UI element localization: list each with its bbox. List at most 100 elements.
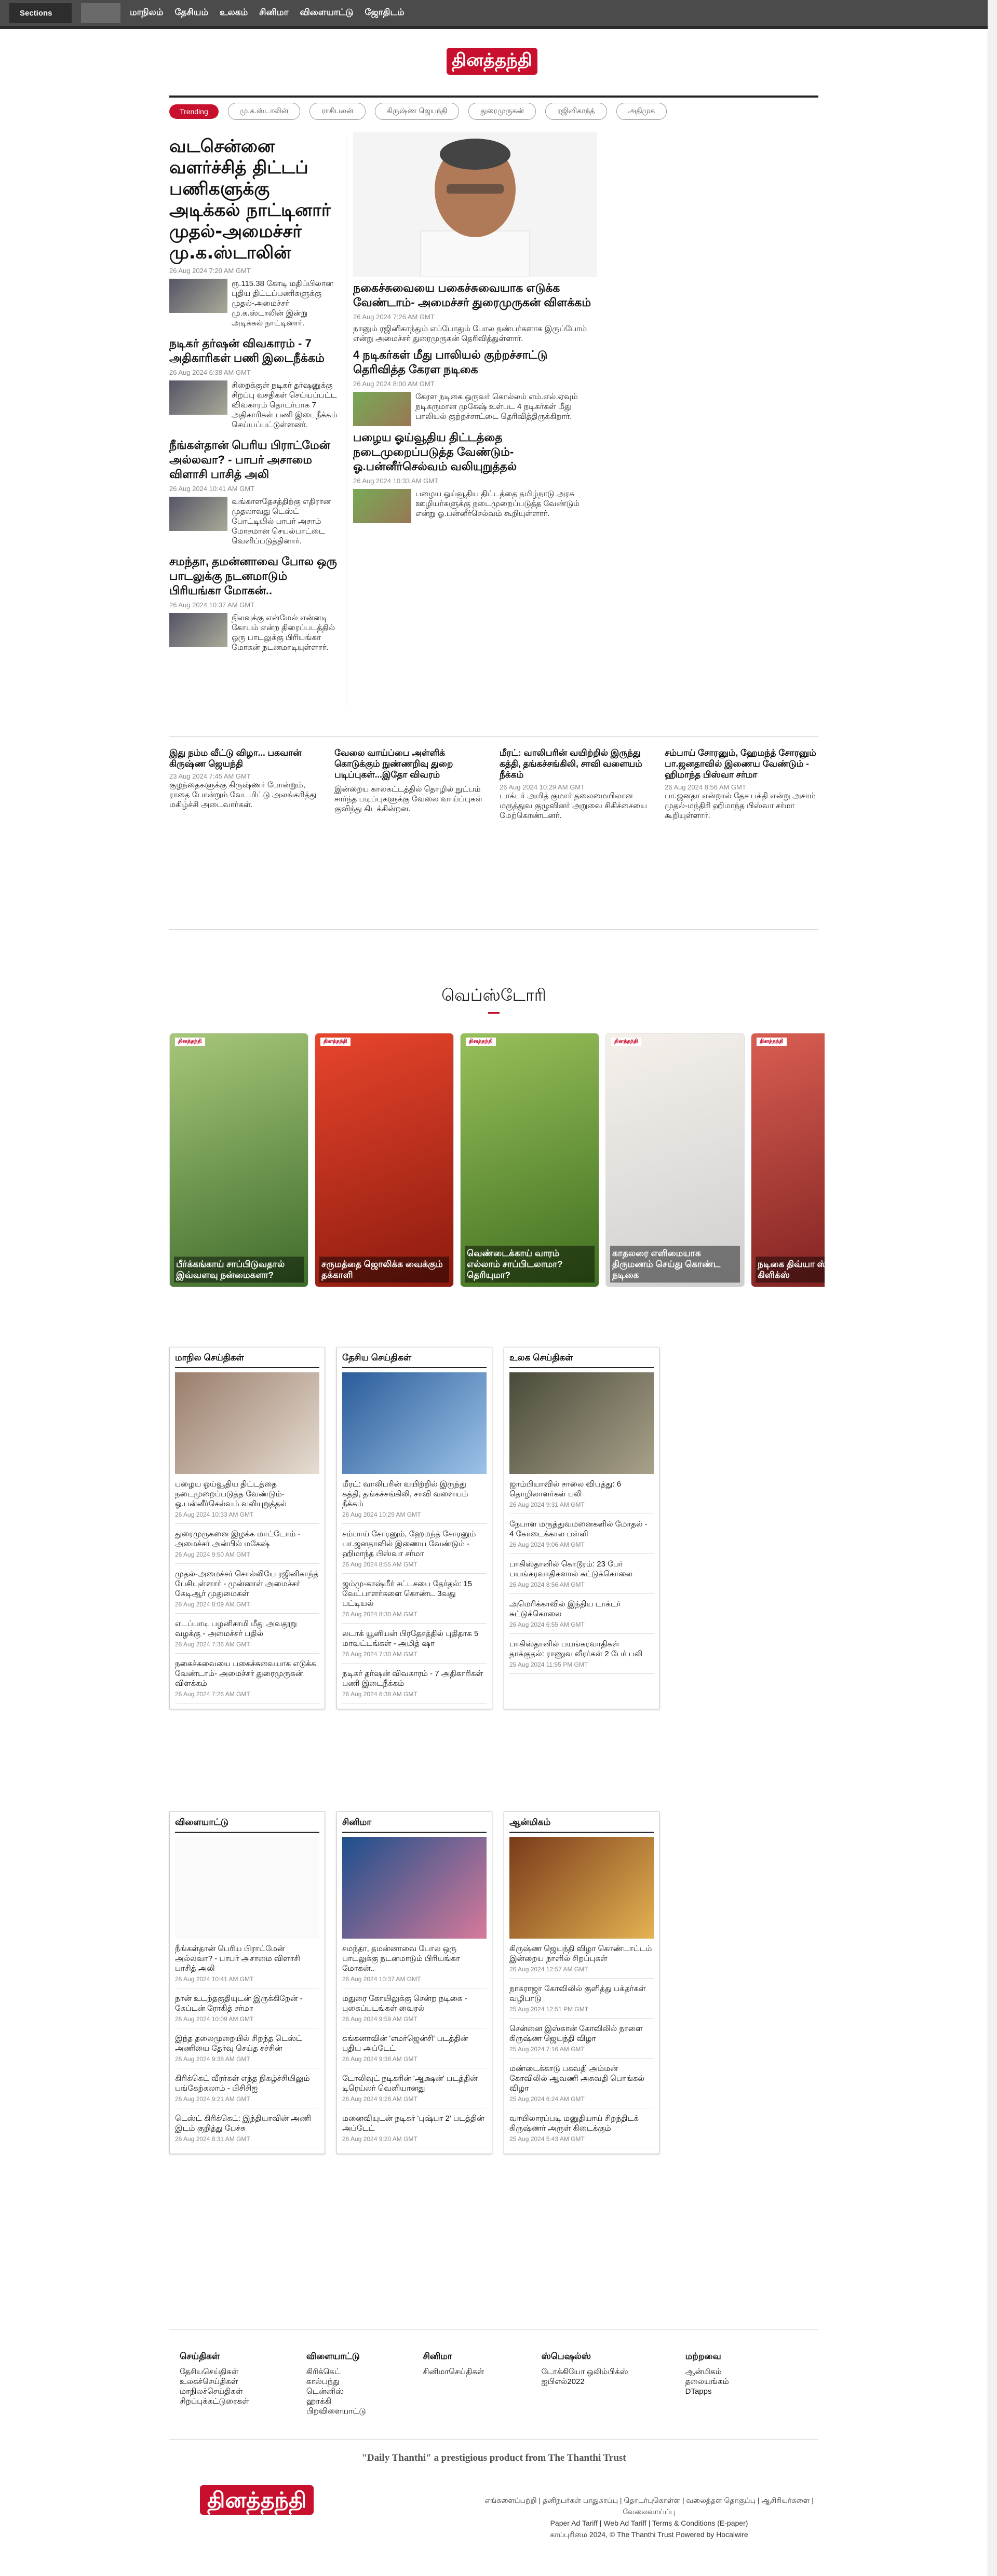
feature-title[interactable]: மீரட்: வாலிபரின் வயிற்றில் இருந்து கத்தி…	[500, 747, 653, 780]
footer-link[interactable]: டோக்கியோ ஒலிம்பிக்ஸ்	[541, 2367, 628, 2377]
category-item-title[interactable]: அமெரிக்காவில் இந்திய டாக்டர் சுட்டுக்கொல…	[509, 1599, 654, 1619]
webstory-carousel[interactable]: தினத்தந்தி பீர்க்கங்காய் சாப்பிடுவதால் இவ…	[169, 1033, 825, 1295]
category-item-title[interactable]: முதல்-அமைச்சர் சொல்லியே ரஜினிகாந்த் பேசி…	[175, 1569, 319, 1599]
footer-column-heading[interactable]: சினிமா	[423, 2351, 484, 2363]
lead-headline[interactable]: வடசென்னை வளர்ச்சித் திட்டப் பணிகளுக்கு அ…	[169, 136, 341, 264]
footer-link[interactable]: பிறவிளையாட்டு	[306, 2406, 366, 2416]
trending-chip[interactable]: ராசிபலன்	[309, 103, 366, 120]
footer-link[interactable]: உலகச்செய்திகள்	[180, 2377, 249, 2387]
category-item-title[interactable]: நீங்கள்தான் பெரிய பிராட்மேன் அல்லவா? - ப…	[175, 1944, 319, 1973]
category-image[interactable]	[175, 1837, 319, 1939]
category-item-title[interactable]: டெஸ்ட் கிரிக்கெட்: இந்தியாவின் அணி இடம் …	[175, 2114, 319, 2133]
footer-link[interactable]: தலையங்கம்	[685, 2377, 729, 2387]
feature-title[interactable]: சம்பாய் சோரனும், ஹேமந்த் சோரனும் பா.ஜனதா…	[665, 747, 818, 780]
mid-headline[interactable]: நகைச்சுவையை பகைச்சுவையாக எடுக்க வேண்டாம்…	[353, 281, 597, 310]
hero-image[interactable]	[353, 132, 597, 277]
category-heading[interactable]: விளையாட்டு	[175, 1817, 319, 1833]
category-image[interactable]	[509, 1837, 654, 1939]
category-item-title[interactable]: ஜம்மு-காஷ்மீர் சட்டசபை தேர்தல்: 15 வேட்ப…	[342, 1579, 487, 1609]
category-item-title[interactable]: துரைமுருகனை இழக்க மாட்டோம் - அமைச்சர் அன…	[175, 1529, 319, 1549]
category-image[interactable]	[509, 1372, 654, 1474]
footer-link[interactable]: தேசியசெய்திகள்	[180, 2367, 249, 2377]
webstory-card[interactable]: தினத்தந்தி சருமத்தை ஜொலிக்க வைக்கும் தக்க…	[315, 1033, 454, 1295]
page-scrollbar[interactable]	[988, 0, 997, 2576]
trending-chip[interactable]: துரைமுருகன்	[468, 103, 536, 120]
category-item-title[interactable]: நகைச்சுவையை பகைச்சுவையாக எடுக்க வேண்டாம்…	[175, 1659, 319, 1688]
footer-link[interactable]: கால்பந்து	[306, 2377, 366, 2387]
lead-item-title[interactable]: நீங்கள்தான் பெரிய பிராட்மேன் அல்லவா? - ப…	[169, 438, 341, 482]
category-item-title[interactable]: நேபாள மருத்துவமனைகளில் மோதல் - 4 கோடைக்க…	[509, 1519, 654, 1539]
nav-link-cinema[interactable]: சினிமா	[259, 7, 288, 19]
nav-link-world[interactable]: உலகம்	[220, 7, 248, 19]
category-heading[interactable]: தேசிய செய்திகள்	[342, 1353, 487, 1368]
lead-item-thumbnail[interactable]	[169, 613, 227, 647]
footer-column-heading[interactable]: மற்றவை	[685, 2351, 729, 2363]
category-heading[interactable]: ஆன்மிகம்	[509, 1817, 654, 1833]
mid-item-title[interactable]: 4 நடிகர்கள் மீது பாலியல் குற்றச்சாட்டு த…	[353, 348, 597, 377]
lead-item-thumbnail[interactable]	[169, 497, 227, 531]
nav-link-sports[interactable]: விளையாட்டு	[300, 7, 353, 19]
lead-item-title[interactable]: நடிகர் தர்ஷன் விவகாரம் - 7 அதிகாரிகள் பண…	[169, 336, 341, 365]
category-item-title[interactable]: டோலிவுட் நடிகரின் 'ஆக்ஷன்' படத்தின் டிரெ…	[342, 2074, 487, 2093]
category-item-title[interactable]: சமந்தா, தமன்னாவை போல ஒரு பாடலுக்கு நடனமா…	[342, 1944, 487, 1973]
category-item-title[interactable]: நாகராஜா கோவிலில் குளித்து பக்தர்கள் வழிப…	[509, 1984, 654, 2003]
footer-link[interactable]: சினிமாசெய்திகள்	[423, 2367, 484, 2377]
webstory-image[interactable]: தினத்தந்தி காதலரை எளிமையாக திருமணம் செய்த…	[605, 1033, 745, 1287]
lead-item-thumbnail[interactable]	[169, 380, 227, 415]
trending-chip[interactable]: ரஜினிகாந்த்	[545, 103, 607, 120]
webstory-card[interactable]: தினத்தந்தி வெண்டைக்காய் வாரம் எல்லாம் சாப…	[460, 1033, 599, 1295]
webstory-image[interactable]: தினத்தந்தி வெண்டைக்காய் வாரம் எல்லாம் சாப…	[460, 1033, 599, 1287]
footer-column-heading[interactable]: ஸ்பெஷல்ஸ்	[541, 2351, 628, 2363]
category-item-title[interactable]: கிருஷ்ண ஜெயந்தி விழா கொண்டாட்டம் இன்றைய …	[509, 1944, 654, 1964]
category-item-title[interactable]: பழைய ஓய்வூதிய திட்டத்தை நடைமுறைப்படுத்த …	[175, 1479, 319, 1509]
footer-link[interactable]: ஹாக்கி	[306, 2396, 366, 2406]
category-heading[interactable]: மாநில செய்திகள்	[175, 1353, 319, 1368]
footer-link[interactable]: கிரிக்கெட்	[306, 2367, 366, 2377]
category-item-title[interactable]: மீரட்: வாலிபரின் வயிற்றில் இருந்து கத்தி…	[342, 1479, 487, 1509]
category-heading[interactable]: சினிமா	[342, 1817, 487, 1833]
footer-column-heading[interactable]: செய்திகள்	[180, 2351, 249, 2363]
category-image[interactable]	[342, 1837, 487, 1939]
category-item-title[interactable]: சென்னை இஸ்கான் கோவிலில் நாளை கிருஷ்ண ஜெய…	[509, 2024, 654, 2043]
webstory-image[interactable]: தினத்தந்தி சருமத்தை ஜொலிக்க வைக்கும் தக்க…	[315, 1033, 454, 1287]
webstory-image[interactable]: தினத்தந்தி நடிகை திவ்யா ஸ்டைலிஷ் கிளிக்ஸ்	[751, 1033, 825, 1287]
search-icon[interactable]	[81, 3, 101, 23]
category-item-title[interactable]: மனைவியுடன் நடிகர் 'புஷ்பா 2' படத்தின் அப…	[342, 2114, 487, 2133]
footer-links-primary[interactable]: எங்களைப்பற்றி | தனிநபர்கள் பாதுகாப்பு | …	[467, 2495, 831, 2517]
lead-thumbnail[interactable]	[169, 279, 227, 313]
nav-link-state[interactable]: மாநிலம்	[130, 7, 163, 19]
footer-link[interactable]: ஆன்மிகம்	[685, 2367, 729, 2377]
mid-item-thumbnail[interactable]	[353, 392, 411, 426]
category-item-title[interactable]: மதுரை கோயிலுக்கு சென்ற நடிகை - புகைப்படங…	[342, 1994, 487, 2013]
category-item-title[interactable]: சம்பாய் சோரனும், ஹேமந்த் சோரனும் பா.ஜனதா…	[342, 1529, 487, 1559]
webstory-image[interactable]: தினத்தந்தி பீர்க்கங்காய் சாப்பிடுவதால் இவ…	[169, 1033, 308, 1287]
category-item-title[interactable]: பாகிஸ்தானில் பயங்கரவாதிகள் தாக்குதல்: ரா…	[509, 1639, 654, 1659]
footer-logo[interactable]: தினத்தந்தி	[200, 2485, 314, 2516]
lead-item-title[interactable]: சமந்தா, தமன்னாவை போல ஒரு பாடலுக்கு நடனமா…	[169, 554, 341, 598]
category-item-title[interactable]: வாயிலாரப்படி மனுதியாய் சிறந்திடக் கிருஷ்…	[509, 2114, 654, 2133]
category-item-title[interactable]: நடிகர் தர்ஷன் விவகாரம் - 7 அதிகாரிகள் பண…	[342, 1669, 487, 1688]
category-item-title[interactable]: இந்த தலைமுறையில் சிறந்த டெஸ்ட் அணியை தேர…	[175, 2034, 319, 2053]
footer-link[interactable]: சிறப்புக்கட்டுரைகள்	[180, 2396, 249, 2406]
category-image[interactable]	[175, 1372, 319, 1474]
webstory-card[interactable]: தினத்தந்தி பீர்க்கங்காய் சாப்பிடுவதால் இவ…	[169, 1033, 308, 1295]
category-image[interactable]	[342, 1372, 487, 1474]
category-item-title[interactable]: லடாக் யூனியன் பிரதேசத்தில் புதிதாக 5 மாவ…	[342, 1629, 487, 1648]
footer-links-ad[interactable]: Paper Ad Tariff | Web Ad Tariff | Terms …	[467, 2517, 831, 2529]
feature-title[interactable]: வேலை வாய்ப்பை அள்ளிக் கொடுக்கும் நுண்ணறி…	[334, 747, 488, 780]
webstory-card[interactable]: தினத்தந்தி காதலரை எளிமையாக திருமணம் செய்த…	[605, 1033, 745, 1295]
footer-link[interactable]: DTapps	[685, 2387, 729, 2396]
footer-link[interactable]: மாநிலச்செய்திகள்	[180, 2387, 249, 2396]
user-icon[interactable]	[101, 3, 120, 23]
category-item-title[interactable]: கங்கனாவின் 'எமர்ஜென்சி' படத்தின் புதிய அ…	[342, 2034, 487, 2053]
trending-chip[interactable]: மு.க.ஸ்டாலின்	[227, 103, 301, 120]
trending-chip[interactable]: அதிமுக	[616, 103, 667, 120]
category-item-title[interactable]: கிரிக்கெட் வீரர்கள் எந்த நிகழ்ச்சியிலும்…	[175, 2074, 319, 2093]
mid-item-title[interactable]: பழைய ஓய்வூதிய திட்டத்தை நடைமுறைப்படுத்த …	[353, 430, 597, 474]
webstory-card[interactable]: தினத்தந்தி நடிகை திவ்யா ஸ்டைலிஷ் கிளிக்ஸ்…	[751, 1033, 825, 1295]
nav-link-national[interactable]: தேசியம்	[174, 7, 208, 19]
sections-menu-button[interactable]: Sections	[9, 3, 72, 23]
category-item-title[interactable]: பாகிஸ்தானில் கொடூரம்: 23 பேர் பயங்கரவாதி…	[509, 1559, 654, 1579]
feature-title[interactable]: இது நம்ம வீட்டு விழா... பகவான் கிருஷ்ண ஜ…	[169, 747, 323, 769]
category-heading[interactable]: உலக செய்திகள்	[509, 1353, 654, 1368]
